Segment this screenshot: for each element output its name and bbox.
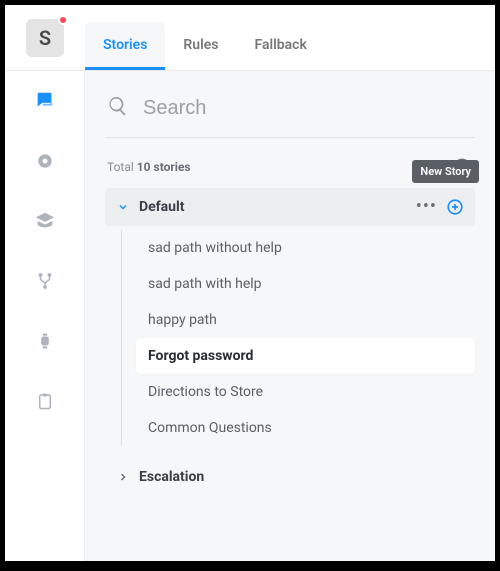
chevron-down-icon	[115, 199, 131, 215]
notification-dot-icon	[58, 15, 68, 25]
workspace-logo[interactable]: S	[26, 19, 64, 57]
app-frame: S Stories Rules Fallback	[5, 5, 495, 561]
group-name: Default	[139, 199, 408, 215]
tab-fallback[interactable]: Fallback	[236, 22, 324, 70]
search-row	[105, 89, 475, 138]
group-header-escalation[interactable]: Escalation	[105, 460, 475, 494]
watch-icon[interactable]	[33, 329, 57, 353]
story-list-default: sad path without help sad path with help…	[121, 230, 475, 446]
main-tabs: Stories Rules Fallback	[85, 5, 325, 70]
fork-icon[interactable]	[33, 269, 57, 293]
tab-label: Rules	[183, 37, 218, 53]
tab-label: Fallback	[254, 37, 306, 53]
story-item[interactable]: sad path without help	[136, 230, 475, 266]
chevron-right-icon	[115, 469, 131, 485]
body: Total 10 stories Default ••• New Story	[5, 71, 495, 561]
tooltip-new-story: New Story	[412, 160, 479, 183]
tab-label: Stories	[103, 37, 147, 53]
story-item[interactable]: sad path with help	[136, 266, 475, 302]
add-story-button[interactable]	[445, 197, 465, 217]
gear-head-icon[interactable]	[33, 149, 57, 173]
top-bar: S Stories Rules Fallback	[5, 5, 495, 71]
total-count: 10 stories	[137, 160, 191, 174]
group-header-default[interactable]: Default ••• New Story	[105, 188, 475, 226]
left-sidebar	[5, 71, 85, 561]
clipboard-icon[interactable]	[33, 389, 57, 413]
logo-wrap: S	[5, 5, 85, 70]
tab-stories[interactable]: Stories	[85, 22, 165, 70]
story-item[interactable]: Directions to Store	[136, 374, 475, 410]
total-prefix: Total	[107, 160, 134, 174]
search-input[interactable]	[143, 97, 473, 120]
training-icon[interactable]	[33, 209, 57, 233]
main-panel: Total 10 stories Default ••• New Story	[85, 71, 495, 561]
total-text: Total 10 stories	[107, 160, 191, 174]
tab-rules[interactable]: Rules	[165, 22, 236, 70]
story-item[interactable]: happy path	[136, 302, 475, 338]
chat-icon[interactable]	[33, 89, 57, 113]
more-button[interactable]: •••	[408, 198, 445, 216]
logo-letter: S	[39, 26, 51, 50]
story-item[interactable]: Common Questions	[136, 410, 475, 446]
group-name: Escalation	[139, 469, 465, 485]
search-icon	[107, 95, 129, 121]
story-item[interactable]: Forgot password	[136, 338, 475, 374]
